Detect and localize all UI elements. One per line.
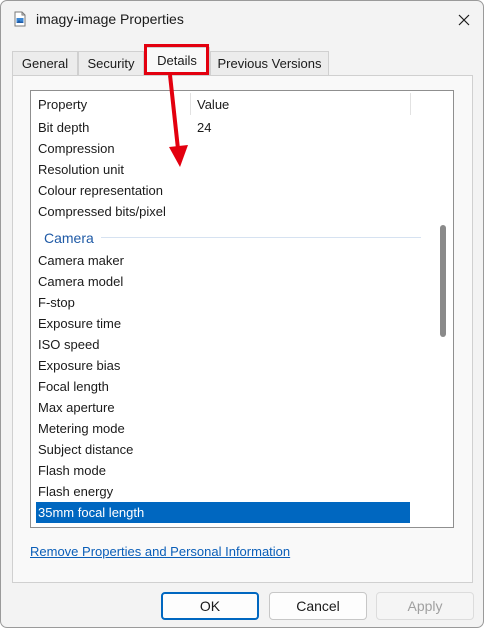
list-item[interactable]: Focal length bbox=[31, 376, 411, 397]
list-item[interactable]: Bit depth 24 bbox=[31, 117, 411, 138]
remove-properties-link[interactable]: Remove Properties and Personal Informati… bbox=[30, 544, 290, 559]
property-name: Flash mode bbox=[38, 463, 106, 478]
column-divider[interactable] bbox=[190, 93, 191, 115]
property-list[interactable]: Property Value Bit depth 24 Compression … bbox=[30, 90, 454, 528]
apply-button[interactable]: Apply bbox=[376, 592, 474, 620]
list-item[interactable]: Compressed bits/pixel bbox=[31, 201, 411, 222]
close-button[interactable] bbox=[447, 5, 481, 35]
list-item[interactable]: Metering mode bbox=[31, 418, 411, 439]
tab-previous-versions[interactable]: Previous Versions bbox=[210, 51, 329, 75]
property-name: Colour representation bbox=[38, 183, 164, 198]
list-item[interactable]: Subject distance bbox=[31, 439, 411, 460]
image-file-icon bbox=[14, 11, 26, 27]
list-item[interactable]: Colour representation bbox=[31, 180, 411, 201]
property-name: Compression bbox=[38, 141, 115, 156]
list-header: Property Value bbox=[31, 91, 453, 117]
property-name: Flash energy bbox=[38, 484, 114, 499]
ok-button[interactable]: OK bbox=[161, 592, 259, 620]
property-name: 35mm focal length bbox=[38, 505, 145, 520]
property-name: Exposure bias bbox=[38, 358, 121, 373]
property-name: Focal length bbox=[38, 379, 109, 394]
property-name: Exposure time bbox=[38, 316, 122, 331]
list-item[interactable]: Camera model bbox=[31, 271, 411, 292]
properties-dialog: imagy-image Properties General Security … bbox=[0, 0, 484, 628]
list-item[interactable]: Flash mode bbox=[31, 460, 411, 481]
property-name: Metering mode bbox=[38, 421, 125, 436]
list-item[interactable]: Exposure bias bbox=[31, 355, 411, 376]
property-name: F-stop bbox=[38, 295, 75, 310]
property-column-header[interactable]: Property bbox=[38, 97, 87, 112]
property-name: ISO speed bbox=[38, 337, 100, 352]
tab-details[interactable]: Details bbox=[144, 47, 210, 75]
property-name: Resolution unit bbox=[38, 162, 124, 177]
vertical-scrollbar-thumb[interactable] bbox=[440, 225, 446, 337]
tab-security[interactable]: Security bbox=[78, 51, 144, 75]
list-item[interactable]: ISO speed bbox=[31, 334, 411, 355]
property-name: Max aperture bbox=[38, 400, 115, 415]
window-title: imagy-image Properties bbox=[36, 11, 184, 27]
property-name: Camera maker bbox=[38, 253, 124, 268]
property-name: Subject distance bbox=[38, 442, 134, 457]
list-item-selected[interactable]: 35mm focal length bbox=[36, 502, 410, 523]
camera-group-header[interactable]: Camera bbox=[44, 230, 94, 246]
column-divider[interactable] bbox=[410, 93, 411, 115]
title-bar: imagy-image Properties bbox=[1, 1, 483, 41]
close-icon bbox=[458, 14, 470, 26]
list-item[interactable]: F-stop bbox=[31, 292, 411, 313]
property-value: 24 bbox=[197, 120, 212, 135]
tab-general[interactable]: General bbox=[12, 51, 78, 75]
value-column-header[interactable]: Value bbox=[197, 97, 229, 112]
group-divider bbox=[101, 237, 421, 238]
property-name: Bit depth bbox=[38, 120, 90, 135]
cancel-button[interactable]: Cancel bbox=[269, 592, 367, 620]
list-item[interactable]: Max aperture bbox=[31, 397, 411, 418]
list-item[interactable]: Exposure time bbox=[31, 313, 411, 334]
property-name: Compressed bits/pixel bbox=[38, 204, 166, 219]
list-item[interactable]: Resolution unit bbox=[31, 159, 411, 180]
list-item[interactable]: Camera maker bbox=[31, 250, 411, 271]
list-item[interactable]: Flash energy bbox=[31, 481, 411, 502]
property-name: Camera model bbox=[38, 274, 124, 289]
list-item[interactable]: Compression bbox=[31, 138, 411, 159]
